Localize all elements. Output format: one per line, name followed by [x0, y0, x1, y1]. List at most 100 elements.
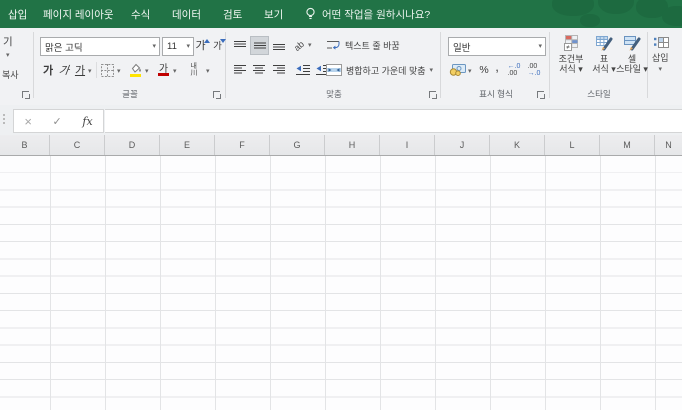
- align-bottom-button[interactable]: [270, 37, 287, 54]
- alignment-dialog-launcher[interactable]: [429, 91, 437, 99]
- column-header-F[interactable]: F: [215, 135, 270, 155]
- number-format-select[interactable]: 일반 ▾: [448, 37, 546, 56]
- align-middle-button[interactable]: [250, 36, 269, 55]
- align-right-icon: [272, 65, 285, 74]
- accounting-dropdown-arrow[interactable]: ▾: [468, 68, 472, 75]
- align-top-button[interactable]: [231, 37, 248, 54]
- ribbon-content: 기 ▾ 복사 맑은 고딕 ▾ 11 ▾ 가 가 가 가 가 ▾ ▾ ▾ 가 ▾ …: [0, 28, 682, 106]
- clipboard-dialog-launcher[interactable]: [22, 91, 30, 99]
- font-size-select[interactable]: 11 ▾: [162, 37, 194, 56]
- increase-decimal-button[interactable]: ←.0 .00: [505, 61, 523, 78]
- chevron-down-icon: ▾: [152, 43, 156, 50]
- caret-down-icon: [219, 38, 226, 43]
- grow-font-button[interactable]: 가: [195, 36, 210, 54]
- cell-styles-label: 셀 스타일 ▾: [616, 54, 648, 74]
- column-header-D[interactable]: D: [105, 135, 160, 155]
- phonetic-guide-icon: 내 川: [190, 63, 198, 77]
- merge-center-icon: [326, 64, 342, 76]
- decrease-decimal-button[interactable]: .00 →.0: [525, 61, 543, 78]
- insert-function-button[interactable]: fx: [82, 115, 92, 128]
- borders-icon: [101, 63, 114, 77]
- tab-page-layout[interactable]: 페이지 레이아웃: [41, 0, 116, 28]
- column-header-N[interactable]: N: [655, 135, 682, 155]
- column-header-L[interactable]: L: [545, 135, 600, 155]
- paste-dropdown-arrow[interactable]: ▾: [6, 52, 10, 59]
- fill-color-dropdown-arrow[interactable]: ▾: [145, 68, 149, 75]
- cancel-button[interactable]: ×: [24, 114, 32, 129]
- format-as-table-button[interactable]: 표 서식 ▾: [591, 35, 617, 91]
- insert-cells-icon: [654, 37, 669, 48]
- chevron-down-icon: ▾: [186, 43, 190, 50]
- phonetic-dropdown-arrow[interactable]: ▾: [206, 68, 210, 75]
- column-header-K[interactable]: K: [490, 135, 545, 155]
- styles-group-label: 스타일: [587, 89, 611, 99]
- column-header-J[interactable]: J: [435, 135, 490, 155]
- borders-dropdown-arrow[interactable]: ▾: [117, 68, 121, 75]
- font-name-select[interactable]: 맑은 고딕 ▾: [40, 37, 160, 56]
- chevron-down-icon: ▾: [538, 43, 542, 50]
- tell-me-label: 어떤 작업을 원하시나요?: [322, 8, 431, 21]
- merge-dropdown-arrow: ▾: [429, 66, 434, 74]
- insert-cells-button[interactable]: 삽입 ▾: [652, 35, 682, 91]
- column-header-C[interactable]: C: [50, 135, 105, 155]
- align-left-icon: [233, 65, 246, 74]
- fill-color-button[interactable]: [128, 61, 143, 79]
- shrink-font-button[interactable]: 가: [212, 36, 227, 54]
- formula-input[interactable]: [105, 109, 682, 133]
- tab-view[interactable]: 보기: [262, 0, 285, 28]
- font-dialog-launcher[interactable]: [213, 91, 221, 99]
- font-color-button[interactable]: 가: [156, 60, 171, 78]
- column-headers: BCDEFGHIJKLMN: [0, 135, 682, 156]
- font-size-value: 11: [167, 41, 177, 52]
- column-header-E[interactable]: E: [160, 135, 215, 155]
- orientation-button[interactable]: ab ▾: [292, 37, 312, 54]
- tab-insert[interactable]: 삽입: [6, 0, 29, 28]
- align-right-button[interactable]: [270, 61, 287, 78]
- group-divider: [440, 32, 441, 98]
- align-center-button[interactable]: [250, 61, 267, 78]
- tab-formulas[interactable]: 수식: [129, 0, 152, 28]
- name-box-resize-grip[interactable]: [3, 114, 5, 124]
- formula-bar: × ✓ fx: [0, 105, 682, 135]
- phonetic-guide-button[interactable]: 내 川: [184, 61, 204, 79]
- decrease-indent-button[interactable]: [294, 61, 312, 78]
- number-dialog-launcher[interactable]: [537, 91, 545, 99]
- font-color-dropdown-arrow[interactable]: ▾: [173, 68, 177, 75]
- underline-dropdown-arrow[interactable]: ▾: [88, 68, 92, 75]
- conditional-formatting-button[interactable]: ≠ 조건부 서식 ▾: [553, 35, 589, 91]
- cell-styles-button[interactable]: 셀 스타일 ▾: [616, 35, 648, 91]
- column-header-G[interactable]: G: [270, 135, 325, 155]
- column-header-B[interactable]: B: [0, 135, 50, 155]
- group-divider: [549, 32, 550, 98]
- spreadsheet-grid[interactable]: [0, 156, 682, 410]
- wrap-text-icon: [327, 41, 340, 50]
- enter-button[interactable]: ✓: [53, 115, 62, 128]
- column-header-H[interactable]: H: [325, 135, 380, 155]
- ribbon-decoration: [662, 6, 682, 26]
- alignment-group: ab ▾ 텍스트 줄 바꿈 병합하고 가운데 맞춤 ▾ 맞춤: [228, 28, 440, 105]
- font-name-value: 맑은 고딕: [45, 42, 83, 54]
- column-header-I[interactable]: I: [380, 135, 435, 155]
- borders-button[interactable]: [100, 62, 115, 78]
- align-center-icon: [252, 65, 265, 74]
- paste-button[interactable]: 기: [3, 34, 13, 49]
- align-bottom-icon: [272, 44, 285, 50]
- fill-color-icon: [131, 63, 141, 73]
- bold-button[interactable]: 가: [41, 61, 55, 79]
- align-middle-icon: [253, 42, 266, 49]
- column-header-M[interactable]: M: [600, 135, 655, 155]
- tab-review[interactable]: 검토: [221, 0, 244, 28]
- italic-button[interactable]: 가: [56, 61, 73, 79]
- tab-data[interactable]: 데이터: [170, 0, 203, 28]
- accounting-format-button[interactable]: [448, 61, 466, 78]
- styles-group: ≠ 조건부 서식 ▾ 표 서식 ▾ 셀 스타일 ▾ 스타일: [552, 28, 648, 105]
- comma-style-button[interactable]: ,: [492, 58, 502, 75]
- percent-style-button[interactable]: %: [477, 61, 491, 78]
- copy-button[interactable]: 복사: [2, 68, 19, 81]
- merge-center-button[interactable]: 병합하고 가운데 맞춤 ▾: [326, 61, 433, 79]
- tell-me-box[interactable]: 어떤 작업을 원하시나요?: [305, 0, 430, 28]
- align-left-button[interactable]: [231, 61, 248, 78]
- wrap-text-label: 텍스트 줄 바꿈: [345, 40, 400, 51]
- wrap-text-button[interactable]: 텍스트 줄 바꿈: [326, 36, 400, 54]
- underline-button[interactable]: 가: [73, 61, 87, 79]
